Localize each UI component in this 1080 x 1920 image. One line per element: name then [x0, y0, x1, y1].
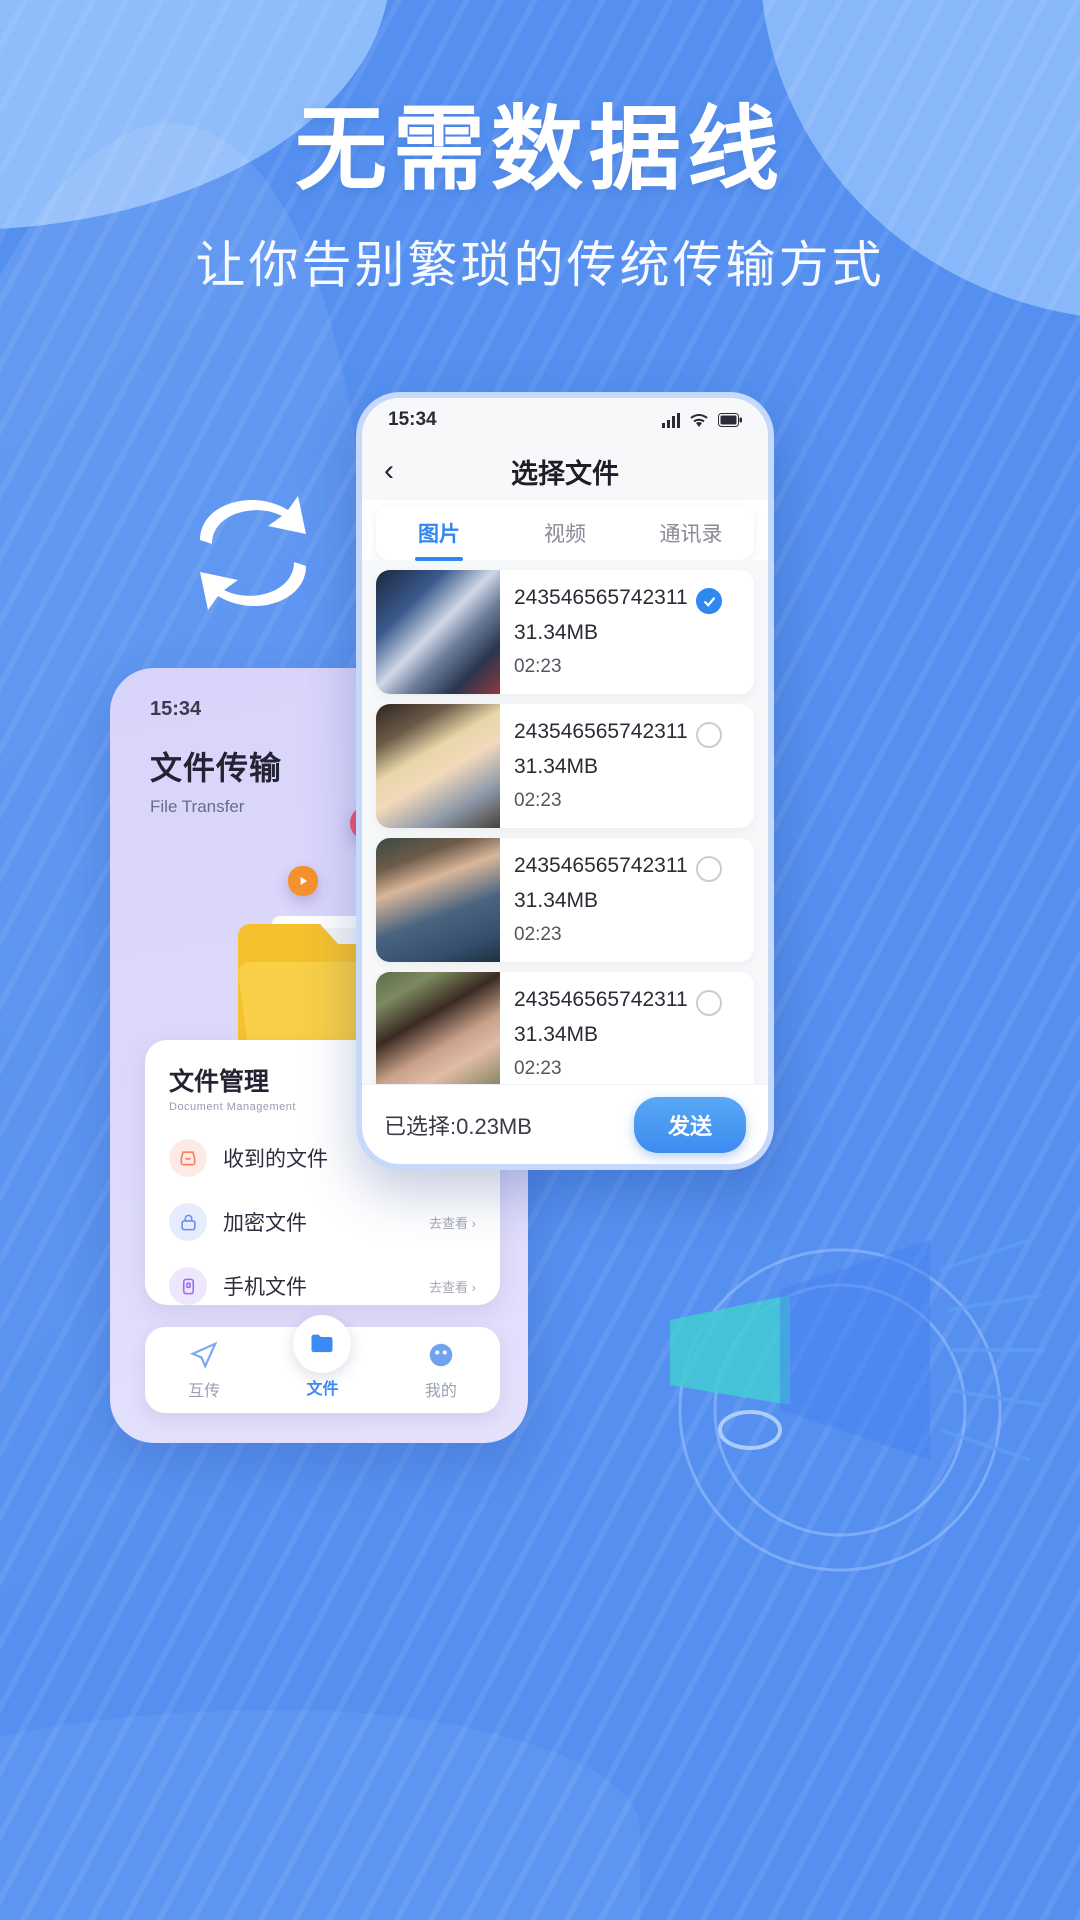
table-row[interactable]: 243546565742311 31.34MB 02:23: [376, 570, 754, 694]
nav-fab-button[interactable]: [293, 1315, 352, 1373]
signal-icon: [662, 412, 680, 428]
check-icon: [703, 596, 715, 607]
nav-item-transfer[interactable]: 互传: [145, 1340, 263, 1401]
file-list[interactable]: 243546565742311 31.34MB 02:23 2435465657…: [362, 560, 768, 1084]
file-time: 02:23: [514, 656, 562, 677]
bottom-action-bar: 已选择:0.23MB 发送: [362, 1084, 768, 1164]
file-checkbox[interactable]: [696, 990, 722, 1016]
woman-denim-thumb: [376, 838, 500, 962]
hero-heading-group: 无需数据线 让你告别繁琐的传统传输方式: [0, 100, 1080, 297]
file-checkbox[interactable]: [696, 856, 722, 882]
status-bar: 15:34: [362, 398, 768, 442]
file-management-row-more[interactable]: 去查看 ›: [429, 1213, 476, 1232]
folder-icon: [311, 1334, 333, 1353]
status-bar-icons: [662, 412, 742, 428]
hero-title: 无需数据线: [294, 96, 785, 203]
file-management-row-more[interactable]: 去查看 ›: [429, 1277, 476, 1296]
file-size: 31.34MB: [514, 621, 599, 644]
table-row[interactable]: 243546565742311 31.34MB 02:23: [376, 972, 754, 1084]
wifi-icon: [690, 413, 708, 427]
send-button[interactable]: 发送: [633, 1096, 746, 1153]
tab-bar: 图片 视频 通讯录: [376, 506, 754, 560]
tab-contacts[interactable]: 通讯录: [628, 518, 754, 548]
back-button[interactable]: ‹: [384, 456, 424, 486]
game-character-thumb: [376, 570, 500, 694]
phone-file-icon: [169, 1267, 207, 1305]
front-phone-screen: 15:34 ‹ 选择文件 图片 视频 通讯录 243546565742311 3…: [362, 398, 768, 1164]
file-management-row-label: 加密文件: [223, 1212, 307, 1235]
file-size: 31.34MB: [514, 1023, 599, 1046]
front-phone-mockup: 15:34 ‹ 选择文件 图片 视频 通讯录 243546565742311 3…: [356, 392, 774, 1170]
file-checkbox[interactable]: [696, 722, 722, 748]
file-time: 02:23: [514, 924, 562, 945]
table-row[interactable]: 243546565742311 31.34MB 02:23: [376, 704, 754, 828]
lock-icon: [169, 1203, 207, 1241]
table-row[interactable]: 243546565742311 31.34MB 02:23: [376, 838, 754, 962]
selected-size-label: 已选择:0.23MB: [384, 1113, 532, 1139]
file-time: 02:23: [514, 790, 562, 811]
nav-item-label: 文件: [306, 1381, 339, 1398]
transfer-arrows-icon: [200, 496, 306, 610]
tab-videos[interactable]: 视频: [502, 518, 628, 548]
file-size: 31.34MB: [514, 889, 599, 912]
nav-item-label: 我的: [424, 1382, 457, 1400]
nav-item-label: 互传: [188, 1382, 221, 1400]
back-phone-bottom-nav: 互传 文件 我的: [145, 1315, 500, 1413]
send-plane-icon: [190, 1341, 218, 1369]
woman-portrait-thumb: [376, 972, 500, 1084]
nav-item-profile[interactable]: 我的: [382, 1340, 500, 1401]
page-header: ‹ 选择文件: [362, 442, 768, 500]
battery-icon: [718, 413, 742, 427]
file-management-row-label: 手机文件: [223, 1276, 307, 1299]
file-management-row-phone-files[interactable]: 手机文件 去查看 ›: [169, 1267, 476, 1305]
inbox-icon: [169, 1139, 207, 1177]
profile-icon: [429, 1343, 453, 1366]
tab-images[interactable]: 图片: [376, 518, 502, 548]
hero-subtitle: 让你告别繁琐的传统传输方式: [195, 237, 885, 294]
file-time: 02:23: [514, 1058, 562, 1079]
file-management-row-encrypted[interactable]: 加密文件 去查看 ›: [169, 1203, 476, 1241]
file-checkbox[interactable]: [696, 588, 722, 614]
nav-item-files[interactable]: 文件: [263, 1315, 381, 1399]
blonde-woman-thumb: [376, 704, 500, 828]
file-size: 31.34MB: [514, 755, 599, 778]
megaphone-burst-decoration: [670, 1238, 1045, 1572]
status-bar-time: 15:34: [388, 409, 437, 430]
